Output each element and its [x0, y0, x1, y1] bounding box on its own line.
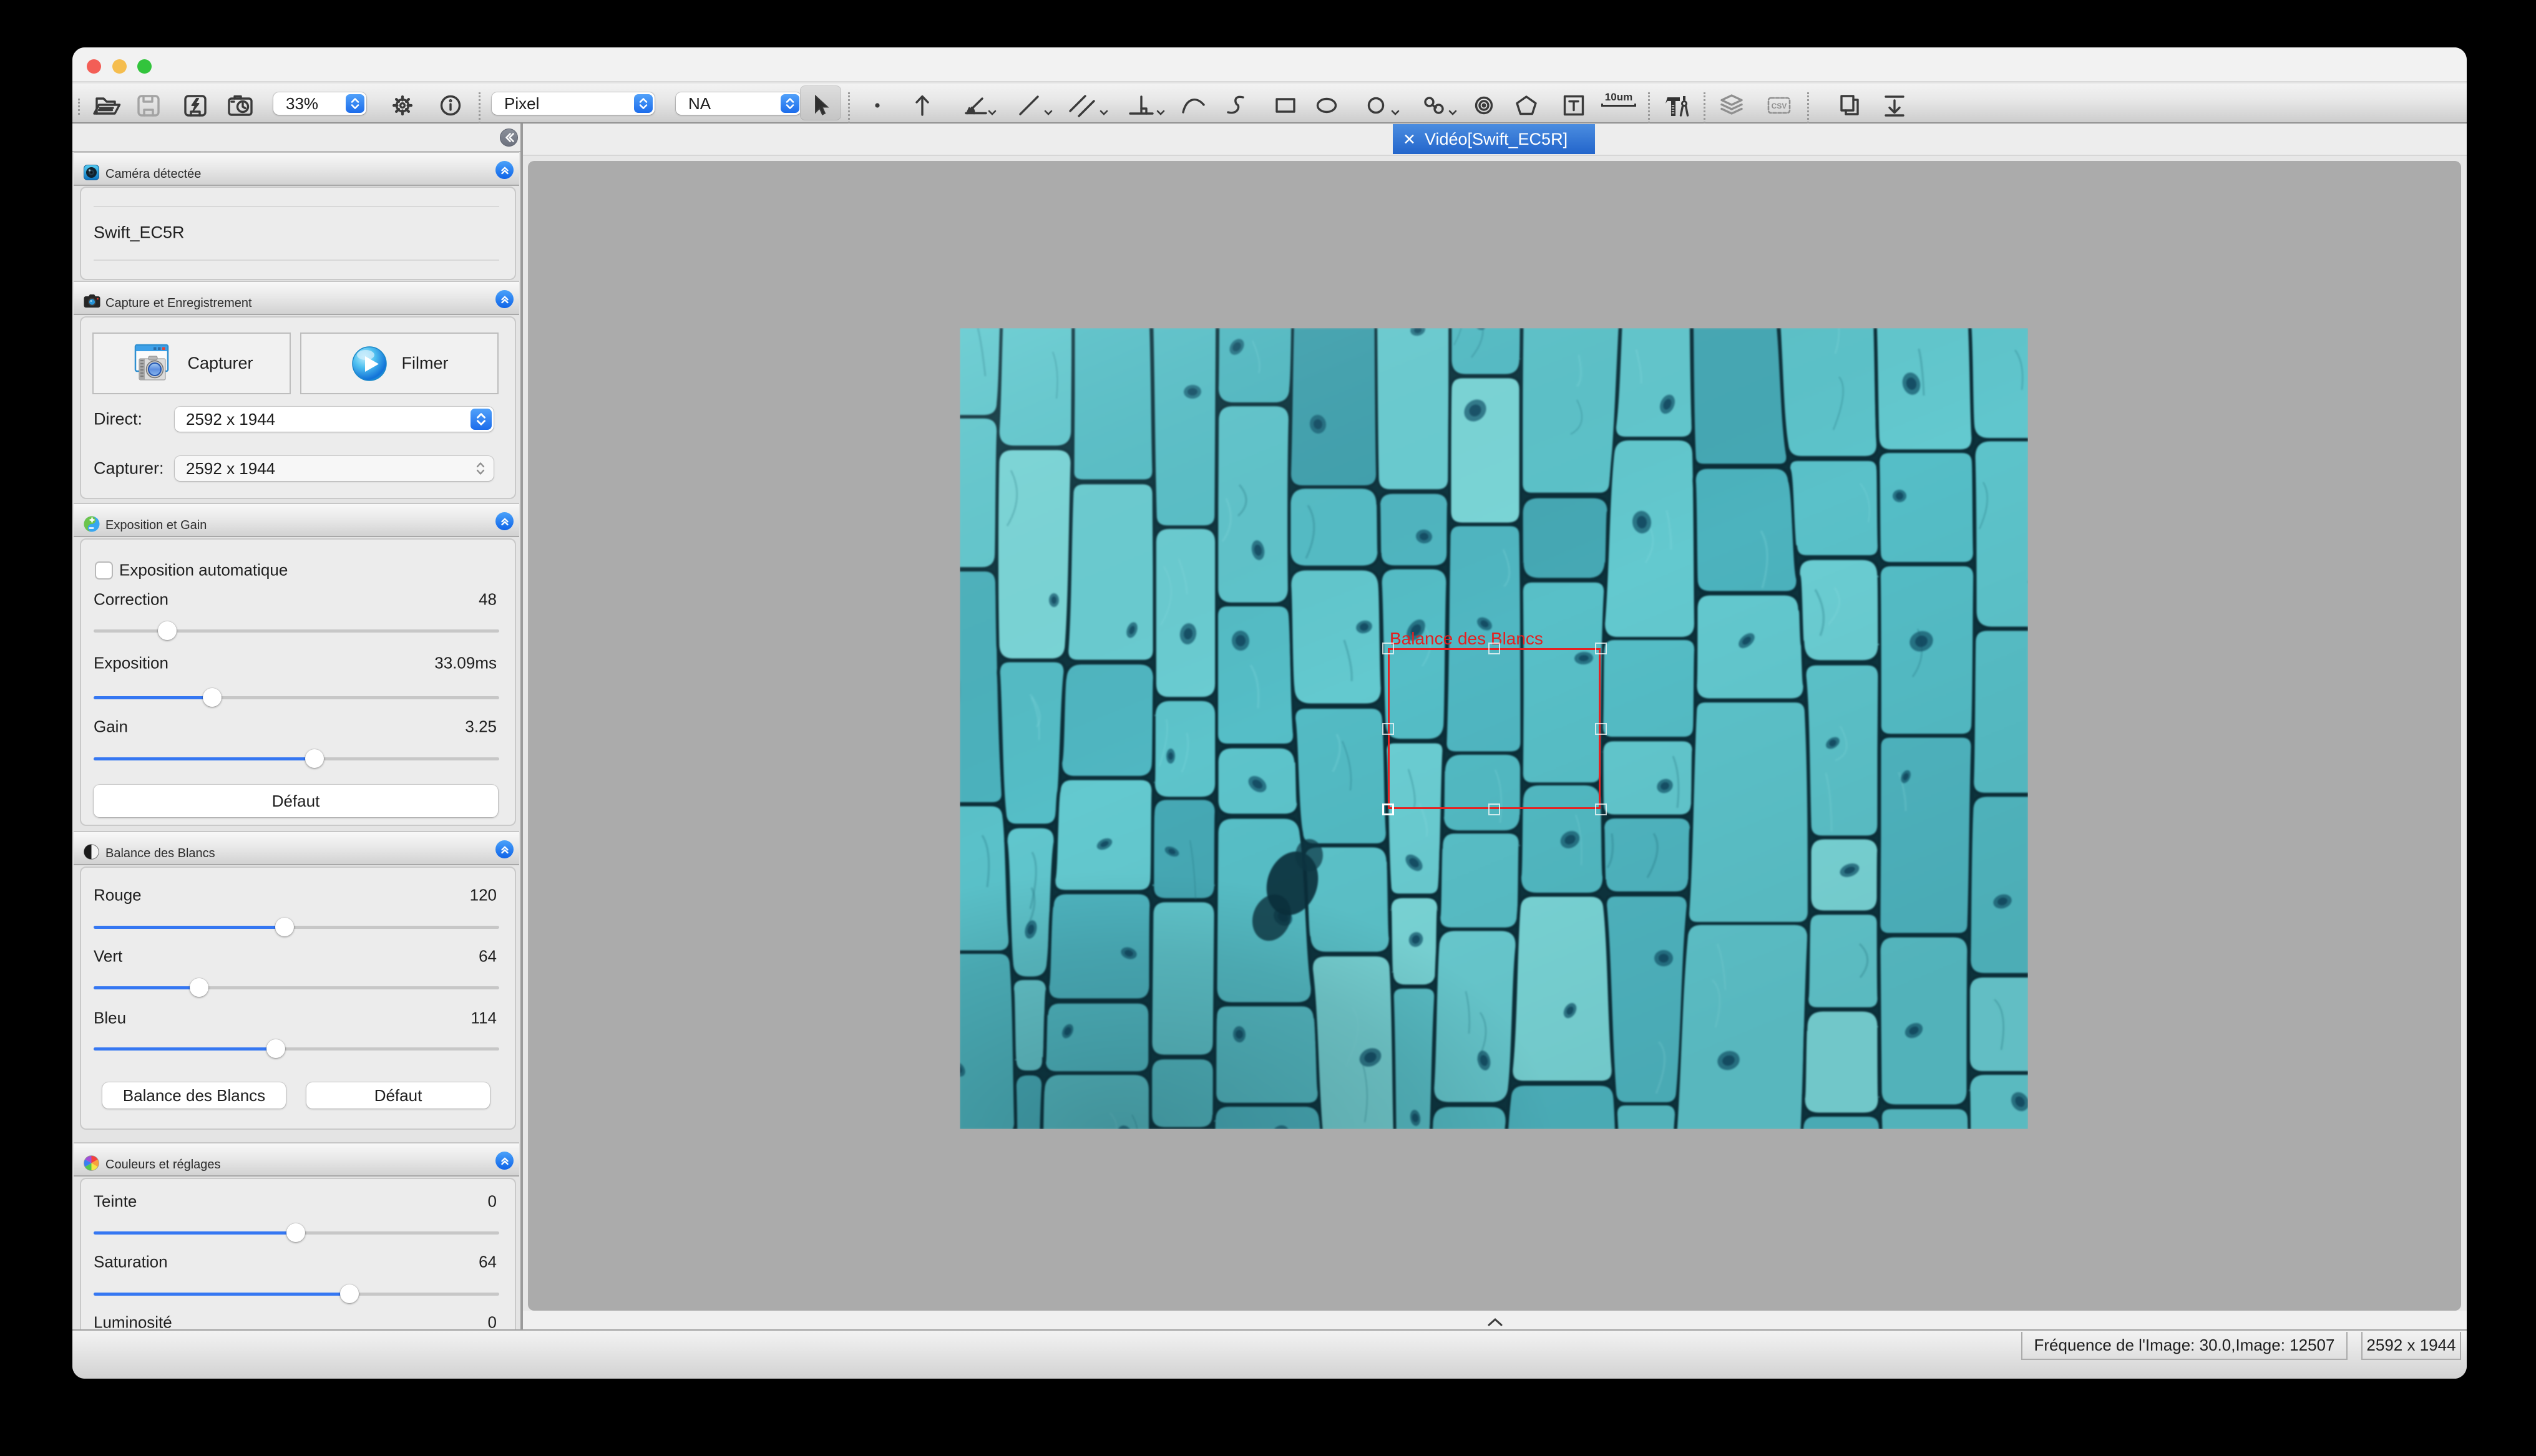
- svg-text:CSV: CSV: [1772, 102, 1787, 110]
